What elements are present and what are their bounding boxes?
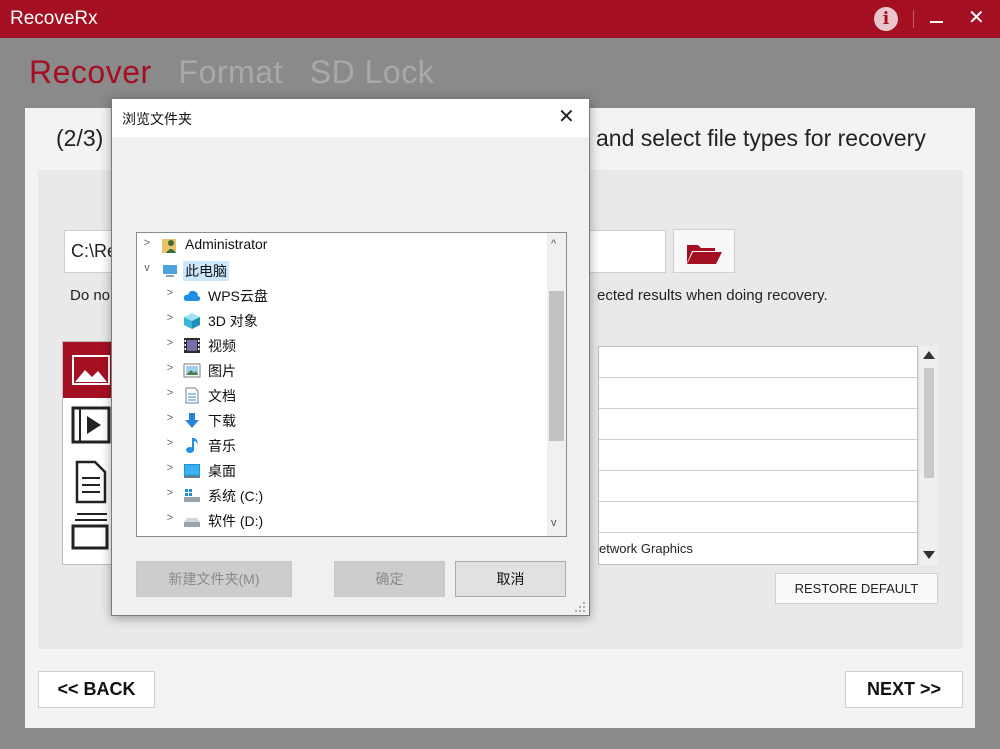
film-icon	[184, 338, 200, 353]
scrollbar-thumb[interactable]	[924, 368, 934, 478]
next-label: NEXT	[866, 679, 915, 699]
file-list-scrollbar[interactable]	[920, 346, 938, 565]
list-item[interactable]	[599, 471, 919, 502]
tree-item-label: 音乐	[208, 438, 236, 454]
warning-text-end: ected results when doing recovery.	[597, 287, 828, 304]
list-item[interactable]	[599, 440, 919, 471]
tree-item-label: 此电脑	[183, 261, 229, 281]
file-type-list[interactable]: etwork Graphics	[598, 346, 919, 565]
tree-item-label: 系统 (C:)	[208, 488, 264, 504]
warning-text-start: Do no	[70, 287, 111, 304]
chevron-right-icon[interactable]: >	[164, 312, 176, 324]
folder-tree-scrollbar[interactable]: ^ v	[547, 233, 566, 536]
browse-folder-dialog: 浏览文件夹 ✕ > Administrator v 此电脑 > WPS云盘 > …	[111, 98, 590, 616]
chevron-right-icon[interactable]: >	[164, 387, 176, 399]
resize-grip-icon[interactable]	[574, 601, 586, 613]
chevron-right-icon[interactable]: >	[164, 412, 176, 424]
tree-item-label: 视频	[208, 338, 236, 354]
list-item[interactable]	[599, 502, 919, 533]
tree-item-label: 下载	[208, 413, 236, 429]
category-documents[interactable]	[63, 454, 113, 510]
folder-tree[interactable]: > Administrator v 此电脑 > WPS云盘 > 3D 对象 > …	[136, 232, 567, 537]
cancel-button[interactable]: 取消	[455, 561, 566, 597]
drive-icon	[184, 518, 200, 527]
dialog-close-icon[interactable]: ✕	[558, 105, 575, 129]
chevron-right-icon[interactable]: >	[141, 237, 153, 249]
chevron-up-icon[interactable]: ^	[551, 238, 556, 250]
chevron-right-icon[interactable]: >	[164, 362, 176, 374]
chevron-right-icon[interactable]: >	[164, 462, 176, 474]
chevron-right-icon[interactable]: >	[164, 437, 176, 449]
list-item[interactable]: etwork Graphics	[599, 533, 919, 564]
file-category-list	[62, 341, 114, 565]
document-icon	[185, 387, 199, 404]
chevron-down-icon[interactable]: v	[141, 262, 153, 274]
cloud-icon	[183, 290, 201, 301]
image-icon	[72, 355, 110, 385]
category-other-files[interactable]	[63, 510, 113, 564]
chevron-right-icon[interactable]: >	[164, 512, 176, 524]
tree-item-label: 图片	[208, 363, 236, 379]
cube-icon	[184, 313, 200, 329]
back-arrows-label: <<	[57, 679, 79, 699]
scrollbar-thumb[interactable]	[549, 291, 564, 441]
list-item[interactable]	[599, 347, 919, 378]
step-title: and select file types for recovery	[596, 125, 926, 151]
chevron-down-icon[interactable]: v	[551, 517, 557, 529]
document-icon	[75, 460, 107, 504]
category-images[interactable]	[63, 342, 113, 398]
desktop-icon	[184, 464, 200, 478]
music-icon	[186, 438, 198, 453]
next-button[interactable]: NEXT >>	[845, 671, 963, 708]
close-icon[interactable]: ✕	[968, 6, 985, 30]
scroll-down-icon[interactable]	[923, 551, 935, 559]
tab-format[interactable]: Format	[179, 54, 283, 90]
step-indicator: (2/3)	[56, 125, 104, 151]
other-files-icon	[71, 513, 109, 550]
tree-item-label: 软件 (D:)	[208, 513, 264, 529]
system-drive-icon	[184, 489, 200, 502]
ok-button[interactable]: 确定	[334, 561, 445, 597]
back-label: BACK	[83, 679, 136, 699]
chevron-right-icon[interactable]: >	[164, 337, 176, 349]
list-item[interactable]	[599, 378, 919, 409]
folder-open-icon	[687, 245, 722, 264]
tree-item-label: 3D 对象	[208, 313, 258, 329]
tab-sd-lock[interactable]: SD Lock	[310, 54, 434, 90]
app-title: RecoveRx	[10, 8, 98, 29]
user-folder-icon	[162, 239, 176, 253]
info-icon[interactable]: i	[874, 7, 898, 31]
scroll-up-icon[interactable]	[923, 351, 935, 359]
restore-default-button[interactable]: RESTORE DEFAULT	[775, 573, 938, 604]
tree-item-label: WPS云盘	[208, 288, 268, 304]
next-arrows-label: >>	[920, 679, 942, 699]
tree-item-label: 文档	[208, 388, 236, 404]
computer-icon	[163, 265, 177, 277]
chevron-right-icon[interactable]: >	[164, 487, 176, 499]
title-bar: RecoveRx i ✕	[0, 0, 1000, 38]
tab-recover[interactable]: Recover	[29, 54, 152, 90]
dialog-title: 浏览文件夹	[122, 111, 192, 127]
video-icon	[71, 406, 111, 444]
browse-folder-button[interactable]	[673, 229, 735, 273]
minimize-icon[interactable]	[930, 21, 943, 23]
download-icon	[185, 413, 199, 428]
chevron-right-icon[interactable]: >	[164, 287, 176, 299]
title-bar-divider	[913, 10, 914, 28]
main-tabs: Recover Format SD Lock	[29, 54, 452, 91]
list-item[interactable]	[599, 409, 919, 440]
picture-icon	[183, 363, 201, 378]
back-button[interactable]: << BACK	[38, 671, 155, 708]
dialog-title-bar: 浏览文件夹 ✕	[112, 99, 589, 137]
new-folder-button[interactable]: 新建文件夹(M)	[136, 561, 292, 597]
tree-item-label: Administrator	[185, 236, 268, 252]
category-videos[interactable]	[63, 398, 113, 454]
tree-item-label: 桌面	[208, 463, 236, 479]
